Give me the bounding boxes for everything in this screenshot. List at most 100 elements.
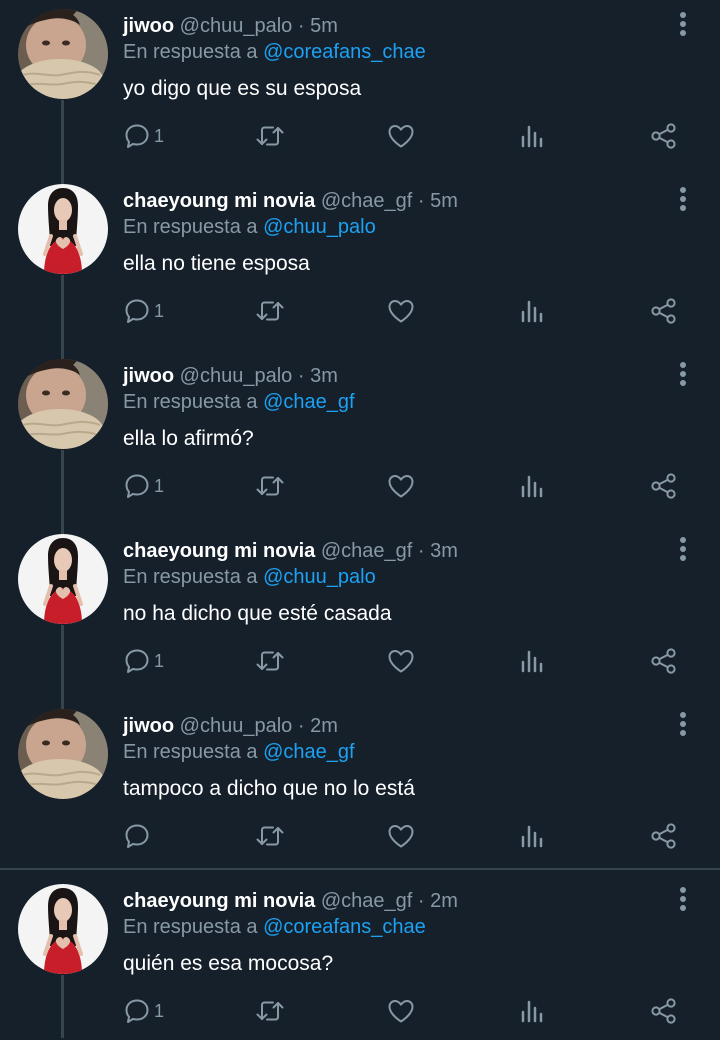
tweet-actions: 1 [0, 116, 720, 156]
share-button[interactable] [650, 816, 678, 856]
comment-icon [124, 473, 150, 499]
retweet-button[interactable] [255, 291, 285, 331]
like-button[interactable] [387, 116, 415, 156]
timestamp[interactable]: 5m [430, 190, 458, 212]
tweet-text: yo digo que es su esposa [123, 77, 362, 100]
reply-prefix: En respuesta a [123, 741, 258, 763]
tweet-text: ella lo afirmó? [123, 427, 254, 450]
share-button[interactable] [650, 641, 678, 681]
reply-count: 1 [154, 475, 165, 496]
tweet[interactable]: chaeyoung mi novia @chae_gf · 3m En resp… [0, 525, 720, 690]
more-vertical-icon[interactable] [672, 706, 694, 742]
stats-button[interactable] [520, 816, 544, 856]
tweet[interactable]: chaeyoung mi novia @chae_gf · 2m En resp… [0, 875, 720, 1040]
timestamp[interactable]: 3m [310, 365, 338, 387]
tweet-header: chaeyoung mi novia @chae_gf · 5m [123, 187, 458, 215]
stats-button[interactable] [520, 466, 544, 506]
more-vertical-icon[interactable] [672, 881, 694, 917]
reply-button[interactable]: 1 [124, 116, 164, 156]
username-handle[interactable]: @chae_gf [321, 890, 412, 912]
reply-prefix: En respuesta a [123, 916, 258, 938]
share-icon [650, 298, 678, 324]
avatar-jiwoo[interactable] [18, 9, 108, 99]
retweet-button[interactable] [255, 466, 285, 506]
display-name[interactable]: jiwoo [123, 15, 174, 37]
share-icon [650, 123, 678, 149]
tweet[interactable]: jiwoo @chuu_palo · 3m En respuesta a @ch… [0, 350, 720, 515]
reply-prefix: En respuesta a [123, 566, 258, 588]
mention-link[interactable]: @chuu_palo [263, 216, 376, 238]
avatar-chaeyoung[interactable] [18, 184, 108, 274]
divider [0, 868, 720, 870]
mention-link[interactable]: @chae_gf [263, 741, 354, 763]
display-name[interactable]: jiwoo [123, 715, 174, 737]
mention-link[interactable]: @chae_gf [263, 391, 354, 413]
separator-dot: · [417, 540, 425, 562]
reply-button[interactable]: 1 [124, 641, 164, 681]
like-button[interactable] [387, 816, 415, 856]
tweet[interactable]: jiwoo @chuu_palo · 2m En respuesta a @ch… [0, 700, 720, 865]
reply-context: En respuesta a @coreafans_chae [123, 38, 426, 66]
username-handle[interactable]: @chae_gf [321, 540, 412, 562]
bar-chart-icon [520, 648, 544, 674]
mention-link[interactable]: @chuu_palo [263, 566, 376, 588]
more-vertical-icon[interactable] [672, 6, 694, 42]
reply-context: En respuesta a @chae_gf [123, 388, 355, 416]
like-button[interactable] [387, 291, 415, 331]
stats-button[interactable] [520, 291, 544, 331]
avatar-jiwoo[interactable] [18, 359, 108, 449]
tweet[interactable]: chaeyoung mi novia @chae_gf · 5m En resp… [0, 175, 720, 340]
share-button[interactable] [650, 116, 678, 156]
reply-button[interactable]: 1 [124, 291, 164, 331]
comment-icon [124, 998, 150, 1024]
reply-count: 1 [154, 1000, 165, 1021]
display-name[interactable]: jiwoo [123, 365, 174, 387]
like-button[interactable] [387, 466, 415, 506]
share-button[interactable] [650, 466, 678, 506]
tweet-actions: 1 [0, 641, 720, 681]
reply-button[interactable]: 1 [124, 991, 164, 1031]
reply-button[interactable]: 1 [124, 466, 164, 506]
like-button[interactable] [387, 641, 415, 681]
timestamp[interactable]: 3m [430, 540, 458, 562]
retweet-button[interactable] [255, 116, 285, 156]
more-vertical-icon[interactable] [672, 531, 694, 567]
reply-context: En respuesta a @chuu_palo [123, 563, 376, 591]
display-name[interactable]: chaeyoung mi novia [123, 890, 315, 912]
timestamp[interactable]: 2m [430, 890, 458, 912]
display-name[interactable]: chaeyoung mi novia [123, 540, 315, 562]
reply-button[interactable] [124, 816, 154, 856]
tweet-actions [0, 816, 720, 856]
username-handle[interactable]: @chuu_palo [180, 715, 293, 737]
mention-link[interactable]: @coreafans_chae [263, 41, 426, 63]
username-handle[interactable]: @chuu_palo [180, 15, 293, 37]
avatar-chaeyoung[interactable] [18, 884, 108, 974]
retweet-button[interactable] [255, 816, 285, 856]
avatar-chaeyoung[interactable] [18, 534, 108, 624]
reply-count: 1 [154, 300, 165, 321]
bar-chart-icon [520, 298, 544, 324]
display-name[interactable]: chaeyoung mi novia [123, 190, 315, 212]
timestamp[interactable]: 5m [310, 15, 338, 37]
stats-button[interactable] [520, 641, 544, 681]
retweet-button[interactable] [255, 641, 285, 681]
mention-link[interactable]: @coreafans_chae [263, 916, 426, 938]
stats-button[interactable] [520, 991, 544, 1031]
share-button[interactable] [650, 291, 678, 331]
tweet[interactable]: jiwoo @chuu_palo · 5m En respuesta a @co… [0, 0, 720, 165]
more-vertical-icon[interactable] [672, 181, 694, 217]
heart-icon [387, 298, 415, 324]
retweet-button[interactable] [255, 991, 285, 1031]
username-handle[interactable]: @chae_gf [321, 190, 412, 212]
tweet-actions: 1 [0, 466, 720, 506]
like-button[interactable] [387, 991, 415, 1031]
heart-icon [387, 648, 415, 674]
stats-button[interactable] [520, 116, 544, 156]
more-vertical-icon[interactable] [672, 356, 694, 392]
avatar-jiwoo[interactable] [18, 709, 108, 799]
share-button[interactable] [650, 991, 678, 1031]
username-handle[interactable]: @chuu_palo [180, 365, 293, 387]
separator-dot: · [297, 715, 305, 737]
bar-chart-icon [520, 473, 544, 499]
timestamp[interactable]: 2m [310, 715, 338, 737]
